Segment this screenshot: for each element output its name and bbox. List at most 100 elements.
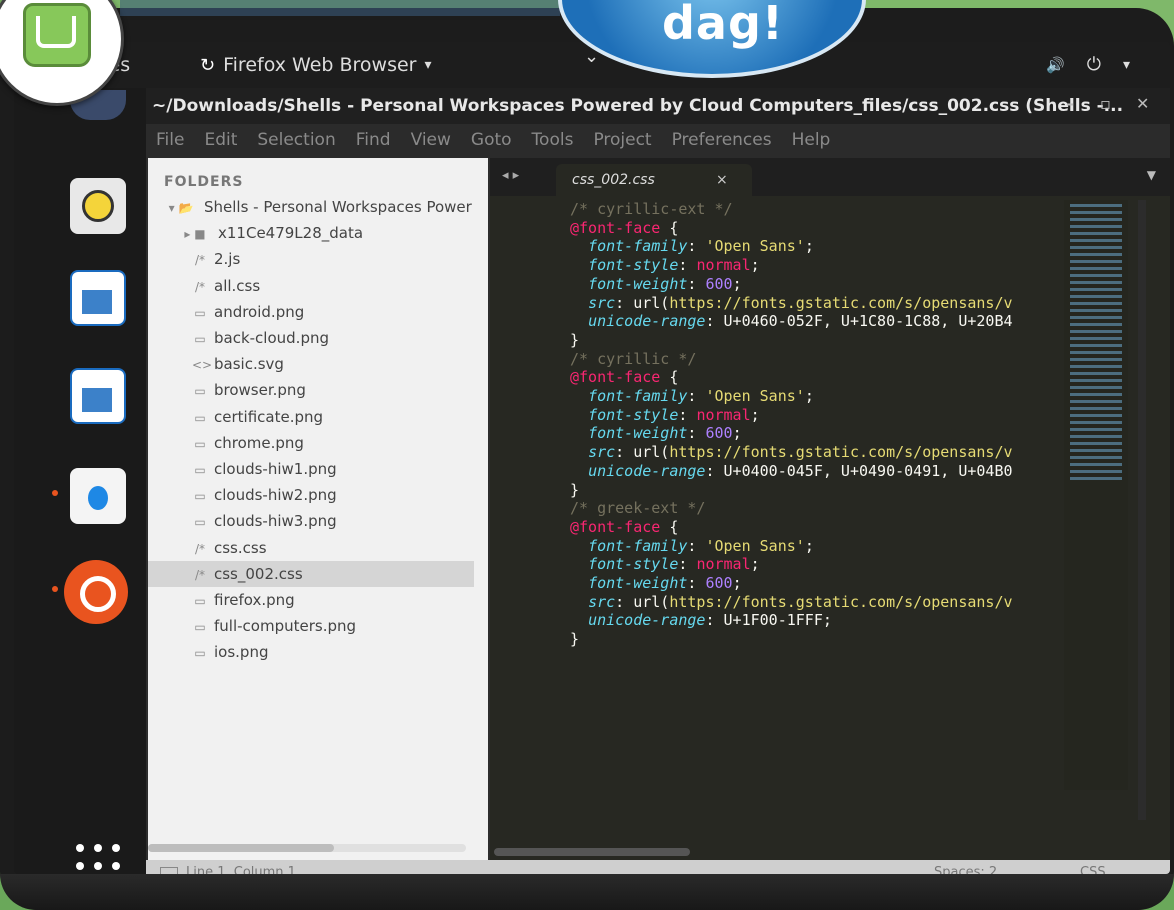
tree-item[interactable]: ▭ full-computers.png [148,613,474,639]
menu-goto[interactable]: Goto [461,124,522,158]
tree-item-label: chrome.png [214,433,304,452]
image-file-icon: ▭ [194,594,206,608]
tree-item[interactable]: /* 2.js [148,246,474,272]
tree-item[interactable]: ▭ clouds-hiw1.png [148,456,474,482]
syntax-setting[interactable]: CSS [1080,865,1106,874]
image-file-icon: ▭ [194,410,206,425]
folders-sidebar: FOLDERS ▾ 📂 Shells - Personal Workspaces … [148,158,488,860]
minimap[interactable] [1064,200,1128,790]
tree-item[interactable]: ▭ clouds-hiw2.png [148,482,474,508]
close-icon[interactable]: × [716,172,728,188]
tree-item[interactable]: ▭ ios.png [148,639,474,665]
indentation-setting[interactable]: Spaces: 2 [934,865,997,874]
tree-item[interactable]: /* css_002.css [148,560,474,587]
menu-find[interactable]: Find [346,124,401,158]
tree-item[interactable]: /* css.css [148,535,474,561]
ubuntu-icon[interactable] [64,560,128,624]
image-file-icon: ▭ [194,384,206,399]
tree-item[interactable]: ▭ android.png [148,299,474,325]
rhythmbox-icon[interactable] [70,178,126,234]
tree-item-label: browser.png [214,381,306,400]
dock [14,88,146,874]
code-file-icon: /* [194,567,206,582]
app-menu-label: Firefox Web Browser [223,54,417,76]
tree-item[interactable]: /* all.css [148,273,474,299]
tree-item-label: clouds-hiw3.png [214,512,337,531]
tree-item-label: full-computers.png [214,617,357,636]
code-content[interactable]: /* cyrillic-ext */ @font-face { font-fam… [570,200,1013,649]
tree-item[interactable]: ▭ clouds-hiw3.png [148,508,474,534]
panel-toggle-icon[interactable] [160,867,178,874]
menu-bar: File Edit Selection Find View Goto Tools… [146,124,1170,158]
tree-item[interactable]: ▸ ■ x11Ce479L28_data [148,220,474,246]
tree-item-label: clouds-hiw1.png [214,460,337,478]
tab-css-002[interactable]: css_002.css × [556,164,752,196]
badge-text: dag! [662,0,784,50]
close-button[interactable]: ✕ [1136,94,1149,113]
background-decoration [120,0,560,16]
window-title: ~/Downloads/Shells - Personal Workspaces… [152,96,1124,116]
menu-project[interactable]: Project [583,124,661,158]
menu-file[interactable]: File [146,124,194,158]
tree-item-label: x11Ce479L28_data [218,224,364,243]
screen: ivities ↻ Firefox Web Browser ▾ ⌄ 🔊 ⏻ ▾ [14,42,1170,874]
tree-item[interactable]: ▭ browser.png [148,377,474,403]
tab-label: css_002.css [572,172,655,188]
tree-item-label: 2.js [214,250,241,269]
menu-preferences[interactable]: Preferences [662,124,782,158]
tab-strip: ◂ ▸ css_002.css × ▼ [490,158,1170,196]
show-applications-icon[interactable] [76,844,120,874]
writer-icon[interactable] [70,270,126,326]
power-icon[interactable]: ⏻ [1087,54,1101,75]
software-center-icon[interactable] [70,468,126,524]
tree-item[interactable]: ▭ back-cloud.png [148,325,474,351]
device-bezel-bottom [0,874,1174,910]
tab-menu-icon[interactable]: ▼ [1147,168,1156,182]
tree-item-label: all.css [214,276,261,295]
system-tray[interactable]: 🔊 ⏻ ▾ [1046,54,1130,75]
image-file-icon: ▭ [194,305,206,320]
tree-item-label: certificate.png [214,407,324,426]
tree-item[interactable]: ▭ chrome.png [148,430,474,456]
running-indicator [52,586,58,592]
menu-view[interactable]: View [401,124,461,158]
sidebar-scrollbar[interactable] [148,844,334,852]
tree-item-label: ios.png [214,643,269,662]
editor-horizontal-scrollbar[interactable] [494,848,690,856]
image-file-icon: ▭ [194,646,206,661]
image-file-icon: ▭ [194,515,206,530]
image-file-icon: ▭ [194,436,206,451]
image-file-icon: ▭ [194,463,206,477]
chevron-down-icon: ▾ [424,57,432,73]
menu-help[interactable]: Help [782,124,841,158]
cursor-position: Line 1, Column 1 [186,865,296,874]
image-file-icon: ▭ [194,489,206,504]
tree-item-label: android.png [214,302,305,321]
editor-vertical-scrollbar[interactable] [1138,200,1146,820]
tree-item-label: basic.svg [214,355,284,374]
tree-item-label: css.css [214,538,267,557]
title-bar[interactable]: ~/Downloads/Shells - Personal Workspaces… [146,88,1170,124]
running-indicator [52,490,58,496]
tree-item[interactable]: <> basic.svg [148,351,474,377]
status-bar: Line 1, Column 1 Spaces: 2 CSS [146,860,1170,874]
volume-icon[interactable]: 🔊 [1046,56,1065,74]
writer-document-icon[interactable] [70,368,126,424]
folders-header: FOLDERS [164,174,244,190]
image-file-icon: ▭ [194,620,206,635]
minimize-button[interactable]: – [1066,94,1074,113]
menu-edit[interactable]: Edit [194,124,247,158]
tree-item[interactable]: ▭ certificate.png [148,404,474,430]
image-file-icon: ▭ [194,332,206,346]
code-file-icon: /* [194,279,206,294]
tree-item[interactable]: ▾ 📂 Shells - Personal Workspaces Power [148,194,474,220]
menu-selection[interactable]: Selection [247,124,345,158]
tree-item-label: clouds-hiw2.png [214,486,337,505]
menu-tools[interactable]: Tools [522,124,584,158]
maximize-button[interactable]: ▫ [1100,94,1111,113]
tree-item[interactable]: ▭ firefox.png [148,587,474,613]
chevron-down-icon[interactable]: ▾ [1123,57,1130,73]
editor-pane[interactable]: ◂ ▸ css_002.css × ▼ /* cyrillic-ext */ @… [490,158,1170,860]
app-menu[interactable]: ↻ Firefox Web Browser ▾ [200,54,432,76]
tab-navigation-icon[interactable]: ◂ ▸ [502,168,519,183]
